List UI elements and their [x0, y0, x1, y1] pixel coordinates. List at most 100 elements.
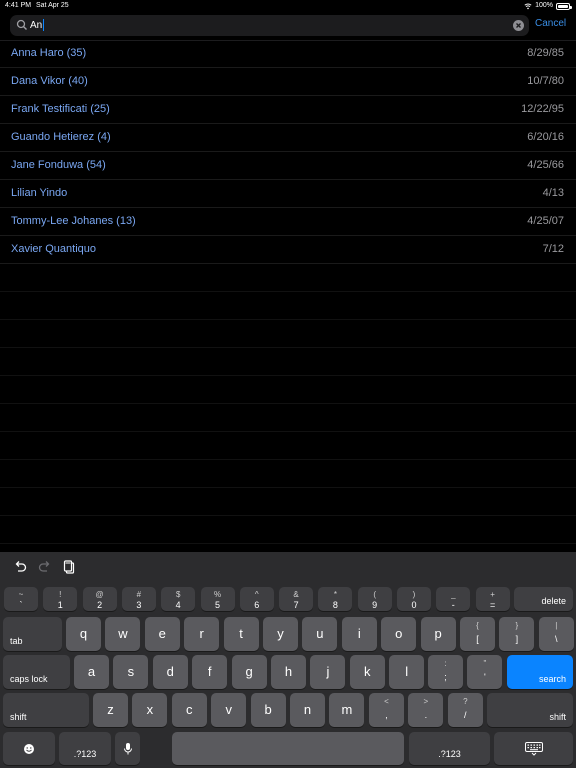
key-symbol: / [464, 710, 467, 720]
key-m[interactable]: m [329, 693, 365, 727]
key-i[interactable]: i [341, 617, 377, 651]
key-u[interactable]: u [302, 617, 338, 651]
delete-key[interactable]: delete [514, 587, 573, 611]
key-t[interactable]: t [223, 617, 259, 651]
key-number-4[interactable]: $4 [161, 587, 196, 611]
key-shift-symbol: ! [59, 590, 62, 599]
emoji-key[interactable] [3, 732, 55, 765]
key-number-7[interactable]: & 7 [279, 587, 314, 611]
key-g[interactable]: g [231, 655, 267, 689]
key-h[interactable]: h [271, 655, 306, 689]
key-a[interactable]: a [74, 655, 109, 689]
numbers-key-right[interactable]: .?123 [409, 732, 490, 765]
hide-keyboard-key[interactable] [494, 732, 573, 765]
key-shift-symbol: @ [95, 590, 104, 599]
results-list: Anna Haro (35) 8/29/85 Dana Vikor (40) 10/7… [0, 40, 576, 544]
key-bracket-2[interactable]: | \ [538, 617, 574, 651]
key-number-0[interactable]: ~ ` [4, 587, 38, 611]
list-item[interactable]: Xavier Quantiquo 7/12 [0, 236, 576, 264]
key-punct2-2[interactable]: ? / [447, 693, 483, 727]
key-bracket-1[interactable]: }] [499, 617, 535, 651]
key-z[interactable]: z [93, 693, 128, 727]
key-letter: b [264, 702, 272, 717]
key-j[interactable]: j [310, 655, 346, 689]
empty-row [0, 516, 576, 544]
key-symbol: ' [484, 672, 486, 682]
contact-name: Guando Hetierez (4) [11, 131, 111, 143]
contact-name: Tommy-Lee Johanes (13) [11, 215, 136, 227]
space-bar[interactable] [172, 732, 404, 765]
key-number-12[interactable]: + = [475, 587, 510, 611]
redo-icon[interactable] [38, 560, 52, 574]
key-number-2[interactable]: @2 [82, 587, 117, 611]
key-r[interactable]: r [184, 617, 220, 651]
list-item[interactable]: Frank Testificati (25) 12/22/95 [0, 96, 576, 124]
key-k[interactable]: k [349, 655, 385, 689]
contact-name: Xavier Quantiquo [11, 243, 96, 255]
key-punct-1[interactable]: " ' [467, 655, 503, 689]
key-x[interactable]: x [132, 693, 168, 727]
key-y[interactable]: y [263, 617, 298, 651]
key-number-9[interactable]: (9 [357, 587, 392, 611]
key-n[interactable]: n [290, 693, 325, 727]
battery-icon [556, 2, 572, 10]
list-item[interactable]: Dana Vikor (40) 10/7/80 [0, 68, 576, 96]
key-number-1[interactable]: ! 1 [43, 587, 78, 611]
list-item[interactable]: Anna Haro (35) 8/29/85 [0, 40, 576, 68]
key-letter: t [239, 626, 243, 641]
list-item[interactable]: Jane Fonduwa (54) 4/25/66 [0, 152, 576, 180]
key-c[interactable]: c [171, 693, 207, 727]
search-input[interactable]: An [30, 15, 510, 36]
key-number-3[interactable]: #3 [121, 587, 156, 611]
key-s[interactable]: s [113, 655, 149, 689]
key-symbol: 5 [214, 600, 220, 610]
shift-left-key[interactable]: shift [3, 693, 89, 727]
key-letter: g [245, 664, 253, 679]
key-number-10[interactable]: ) 0 [397, 587, 431, 611]
contact-date: 8/29/85 [527, 47, 564, 59]
key-v[interactable]: v [211, 693, 247, 727]
list-item[interactable]: Lilian Yindo 4/13 [0, 180, 576, 208]
search-key[interactable]: search [507, 655, 573, 689]
key-punct2-1[interactable]: >. [408, 693, 444, 727]
empty-row [0, 432, 576, 460]
shift-label: shift [549, 712, 566, 722]
key-q[interactable]: q [66, 617, 101, 651]
key-letter: n [303, 702, 312, 717]
numbers-key-left[interactable]: .?123 [59, 732, 111, 765]
list-item[interactable]: Guando Hetierez (4) 6/20/16 [0, 124, 576, 152]
shift-right-key[interactable]: shift [487, 693, 573, 727]
key-p[interactable]: p [420, 617, 456, 651]
clear-icon[interactable] [513, 20, 524, 31]
key-number-6[interactable]: ^ 6 [239, 587, 274, 611]
key-number-11[interactable]: _ - [436, 587, 471, 611]
key-shift-symbol: ( [373, 590, 377, 599]
list-item[interactable]: Tommy-Lee Johanes (13) 4/25/07 [0, 208, 576, 236]
key-number-5[interactable]: % 5 [200, 587, 235, 611]
key-punct2-0[interactable]: <, [369, 693, 404, 727]
key-letter: w [118, 626, 128, 641]
key-number-8[interactable]: * 8 [318, 587, 353, 611]
key-e[interactable]: e [144, 617, 180, 651]
undo-icon[interactable] [13, 560, 27, 574]
dictation-key[interactable] [115, 732, 140, 765]
key-b[interactable]: b [250, 693, 286, 727]
contact-name: Jane Fonduwa (54) [11, 159, 106, 171]
search-bar[interactable]: An [10, 15, 529, 36]
paste-icon[interactable] [63, 560, 77, 574]
key-w[interactable]: w [105, 617, 141, 651]
key-punct-0[interactable]: :; [428, 655, 463, 689]
key-letter: h [284, 664, 293, 679]
key-bracket-0[interactable]: {[ [460, 617, 495, 651]
contact-date: 12/22/95 [521, 103, 564, 115]
microphone-icon [123, 742, 132, 754]
key-l[interactable]: l [389, 655, 425, 689]
key-o[interactable]: o [381, 617, 417, 651]
key-letter: p [434, 626, 442, 641]
caps-lock-key[interactable]: caps lock [3, 655, 70, 689]
tab-key[interactable]: tab [3, 617, 62, 651]
key-f[interactable]: f [192, 655, 228, 689]
keyboard-hide-icon [524, 741, 543, 756]
key-d[interactable]: d [152, 655, 188, 689]
cancel-button[interactable]: Cancel [535, 18, 566, 29]
